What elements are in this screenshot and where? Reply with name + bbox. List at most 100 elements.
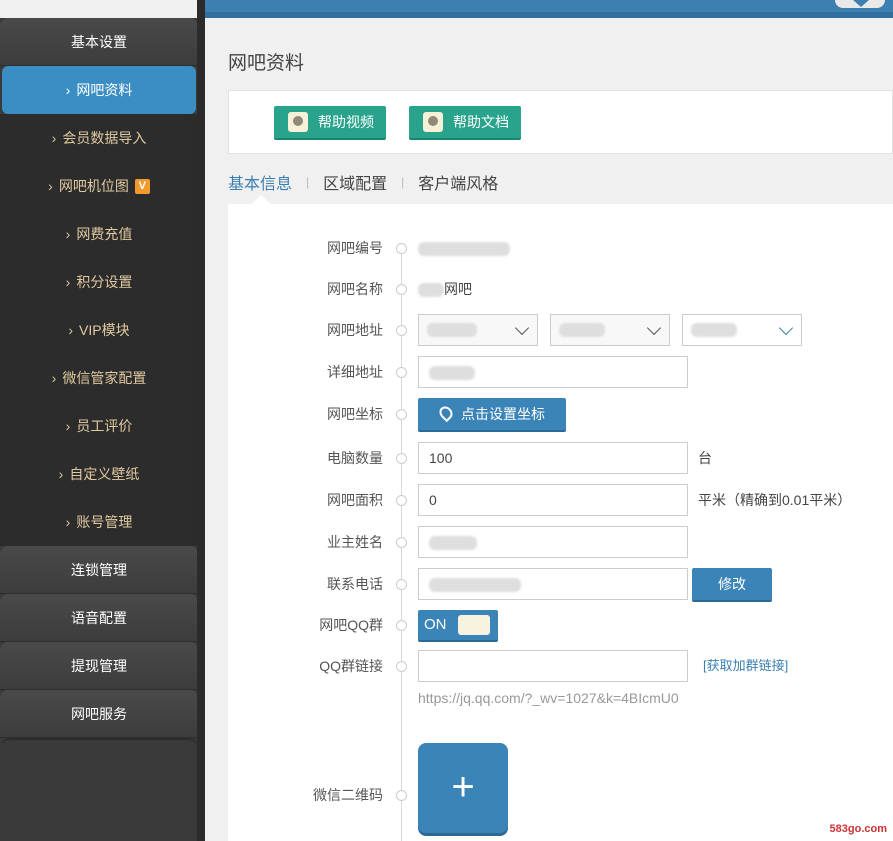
toggle-knob [458, 615, 490, 635]
chevron-right-icon: › [68, 322, 74, 338]
top-dropdown-caret[interactable] [835, 0, 885, 8]
sidebar: 基本设置 › 网吧资料 › 会员数据导入 › 网吧机位图 V › 网费充值 › … [0, 18, 198, 841]
phone-input[interactable] [418, 568, 688, 600]
get-group-link[interactable]: [获取加群链接] [703, 650, 788, 682]
qq-link-hint: https://jq.qq.com/?_wv=1027&k=4BIcmU0 [418, 690, 679, 706]
detail-address-input[interactable] [418, 356, 688, 388]
help-doc-button[interactable]: 帮助文档 [409, 106, 521, 138]
plus-icon: + [451, 765, 475, 809]
set-coordinate-button[interactable]: 点击设置坐标 [418, 398, 566, 430]
sidebar-item-label: 网吧资料 [76, 82, 133, 98]
sidebar-item-cafe-info[interactable]: › 网吧资料 [2, 66, 196, 114]
sidebar-item-label: 网吧服务 [71, 705, 127, 722]
sidebar-item-label: VIP模块 [79, 322, 130, 338]
sidebar-item-label: 积分设置 [76, 274, 133, 290]
upload-qr-button[interactable]: + [418, 743, 508, 833]
timeline-dot [396, 409, 407, 420]
pc-count-input[interactable]: 100 [418, 442, 688, 474]
timeline-dot [396, 453, 407, 464]
qq-link-input[interactable] [418, 650, 688, 682]
sidebar-item-points[interactable]: › 积分设置 [0, 258, 198, 306]
tab-separator: | [306, 175, 310, 189]
district-select[interactable] [682, 314, 802, 346]
sidebar-item-member-import[interactable]: › 会员数据导入 [0, 114, 198, 162]
form-row-qq-group: 网吧QQ群 ON [228, 609, 893, 641]
sidebar-group-chain[interactable]: 连锁管理 [0, 546, 198, 594]
form-row-qq-link: QQ群链接 [获取加群链接] [228, 650, 893, 682]
toggle-state-label: ON [424, 616, 447, 633]
sidebar-group-basic-settings[interactable]: 基本设置 [0, 18, 198, 66]
sidebar-group-services[interactable]: 网吧服务 [0, 690, 198, 738]
sidebar-item-wallpaper[interactable]: › 自定义壁纸 [0, 450, 198, 498]
form-row-address: 网吧地址 [228, 314, 893, 346]
document-icon [423, 112, 443, 132]
sidebar-item-seat-map[interactable]: › 网吧机位图 V [0, 162, 198, 210]
sidebar-item-label: 网费充值 [76, 226, 133, 242]
tab-bar: 基本信息 | 区域配置 | 客户端风格 [228, 170, 512, 194]
tab-client-style[interactable]: 客户端风格 [418, 170, 512, 194]
chevron-right-icon: › [58, 466, 64, 482]
sidebar-footer [0, 738, 198, 841]
tab-separator: | [401, 175, 405, 189]
form-row-pc-count: 电脑数量 100 台 [228, 442, 893, 474]
city-select[interactable] [550, 314, 670, 346]
location-pin-icon [436, 403, 456, 423]
chevron-right-icon: › [51, 370, 57, 386]
form-row-cafe-id: 网吧编号 [228, 232, 893, 264]
owner-name-input[interactable] [418, 526, 688, 558]
province-value [427, 323, 477, 337]
area-unit: 平米（精确到0.01平米） [698, 492, 852, 508]
timeline-dot [396, 579, 407, 590]
coord-label: 网吧坐标 [327, 406, 383, 422]
sidebar-item-label: 网吧机位图 [58, 178, 129, 194]
sidebar-item-label: 连锁管理 [71, 561, 127, 578]
form-panel: 网吧编号 网吧名称 网吧 网吧地址 详细地址 网吧坐标 点击设置坐标 电脑数量 … [228, 195, 893, 841]
vip-badge: V [134, 178, 150, 194]
area-label: 网吧面积 [327, 492, 383, 508]
tab-region-config[interactable]: 区域配置 [323, 170, 401, 194]
owner-label: 业主姓名 [327, 534, 383, 550]
phone-label: 联系电话 [327, 576, 383, 592]
qq-group-label: 网吧QQ群 [319, 617, 383, 633]
sidebar-item-vip[interactable]: › VIP模块 [0, 306, 198, 354]
province-select[interactable] [418, 314, 538, 346]
form-row-owner: 业主姓名 [228, 526, 893, 558]
timeline-dot [396, 790, 407, 801]
district-value [691, 323, 737, 337]
sidebar-group-withdraw[interactable]: 提现管理 [0, 642, 198, 690]
sidebar-item-wechat-config[interactable]: › 微信管家配置 [0, 354, 198, 402]
chevron-right-icon: › [65, 418, 71, 434]
sidebar-item-label: 语音配置 [71, 609, 127, 626]
sidebar-item-accounts[interactable]: › 账号管理 [0, 498, 198, 546]
timeline-dot [396, 284, 407, 295]
chevron-down-icon [646, 320, 662, 336]
sidebar-group-voice[interactable]: 语音配置 [0, 594, 198, 642]
qq-link-label: QQ群链接 [319, 658, 383, 674]
chevron-right-icon: › [65, 82, 71, 98]
cafe-id-value [418, 232, 510, 264]
modify-phone-button[interactable]: 修改 [692, 568, 772, 600]
area-input[interactable]: 0 [418, 484, 688, 516]
pc-count-label: 电脑数量 [327, 450, 383, 466]
form-row-qq-hint: https://jq.qq.com/?_wv=1027&k=4BIcmU0 [228, 688, 893, 708]
detail-address-label: 详细地址 [327, 364, 383, 380]
timeline-dot [396, 243, 407, 254]
page-title: 网吧资料 [228, 53, 305, 74]
sidebar-item-recharge[interactable]: › 网费充值 [0, 210, 198, 258]
form-row-wechat-qr: 微信二维码 + [228, 743, 893, 833]
timeline-dot [396, 367, 407, 378]
sidebar-item-label: 员工评价 [76, 418, 133, 434]
set-coordinate-label: 点击设置坐标 [461, 406, 545, 422]
tab-basic-info[interactable]: 基本信息 [228, 170, 306, 194]
sidebar-item-label: 微信管家配置 [62, 370, 147, 386]
timeline-dot [396, 325, 407, 336]
main-content: 网吧资料 帮助视频 帮助文档 基本信息 | 区域配置 | 客户端风格 网吧编号 … [205, 24, 893, 841]
qq-group-toggle[interactable]: ON [418, 610, 498, 640]
chevron-down-icon [778, 320, 794, 336]
cafe-name-suffix: 网吧 [444, 281, 472, 297]
sidebar-item-staff-review[interactable]: › 员工评价 [0, 402, 198, 450]
pc-count-unit: 台 [698, 450, 712, 466]
help-video-button[interactable]: 帮助视频 [274, 106, 386, 138]
sidebar-item-label: 账号管理 [76, 514, 133, 530]
sidebar-item-label: 基本设置 [71, 33, 127, 50]
